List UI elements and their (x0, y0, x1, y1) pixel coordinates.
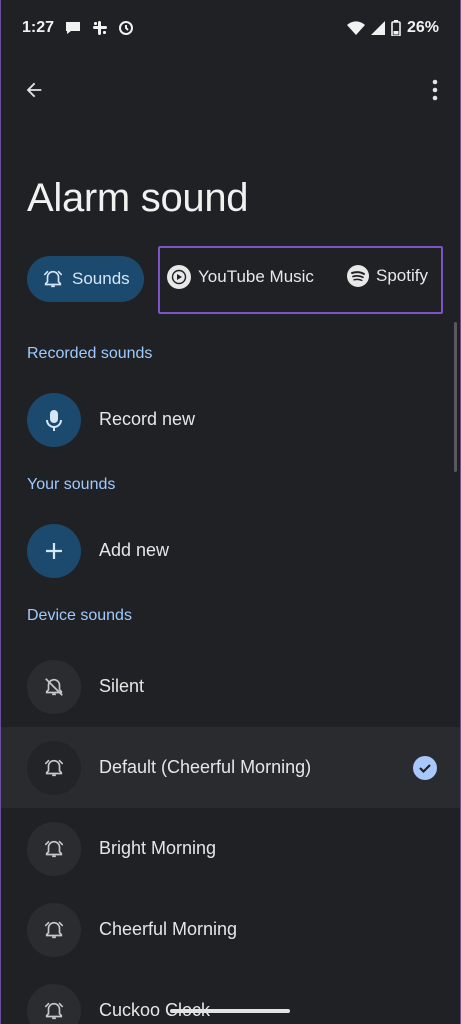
chip-youtube-music-label: YouTube Music (198, 267, 314, 286)
list-item-label: Silent (99, 676, 145, 696)
list-item-add-new[interactable]: Add new (0, 510, 461, 591)
more-options-button[interactable] (419, 70, 451, 110)
chip-youtube-music[interactable]: YouTube Music (166, 264, 314, 290)
slack-notification-icon (92, 20, 108, 36)
chip-sounds[interactable]: Sounds (27, 256, 144, 302)
section-recorded-sounds: Recorded sounds (27, 345, 153, 362)
alarm-icon-circle (27, 821, 81, 876)
list-item-cheerful-morning[interactable]: Cheerful Morning (0, 889, 461, 970)
list-item-label: Bright Morning (99, 838, 217, 858)
alarm-off-icon (45, 677, 63, 696)
status-time: 1:27 (22, 19, 55, 36)
record-icon-circle (27, 392, 81, 447)
top-app-bar (0, 64, 461, 116)
alarm-icon (44, 1002, 64, 1019)
list-item-bright-morning[interactable]: Bright Morning (0, 808, 461, 889)
selected-check-icon (413, 756, 437, 780)
status-bar: 1:27 26% (0, 0, 461, 56)
cell-signal-icon (370, 21, 385, 35)
alarm-icon-circle (27, 740, 81, 795)
alarm-icon-circle (27, 983, 81, 1024)
page-title: Alarm sound (27, 176, 249, 220)
plus-icon (46, 542, 62, 559)
list-item-label: Record new (99, 409, 196, 429)
alarm-icon-circle (27, 902, 81, 957)
alarm-icon (44, 921, 64, 938)
sync-notification-icon (118, 20, 134, 36)
list-item-silent[interactable]: Silent (0, 646, 461, 727)
chip-sounds-label: Sounds (72, 269, 130, 288)
wifi-icon (346, 21, 365, 35)
silent-icon-circle (27, 659, 81, 714)
list-item-label: Cheerful Morning (99, 919, 238, 939)
gesture-navigation-bar[interactable] (170, 1009, 290, 1013)
chip-spotify-label: Spotify (376, 266, 428, 285)
back-button[interactable] (14, 70, 54, 110)
list-item-label: Add new (99, 540, 170, 560)
alarm-icon (44, 840, 64, 857)
alarm-icon (44, 759, 64, 776)
more-vert-icon (432, 79, 438, 101)
list-item-default-cheerful-morning[interactable]: Default (Cheerful Morning) (0, 727, 461, 808)
battery-percent: 26% (406, 19, 439, 36)
list-item-record-new[interactable]: Record new (0, 379, 461, 460)
add-icon-circle (27, 523, 81, 578)
arrow-back-icon (26, 82, 42, 98)
list-item-label: Default (Cheerful Morning) (99, 757, 312, 777)
battery-icon (391, 20, 401, 36)
spotify-icon (347, 265, 369, 287)
section-your-sounds: Your sounds (27, 476, 116, 493)
youtube-music-icon (167, 265, 191, 289)
list-item-cuckoo-clock[interactable]: Cuckoo Clock (0, 970, 461, 1024)
alarm-icon (43, 270, 63, 288)
chip-spotify[interactable]: Spotify (346, 264, 428, 288)
chat-notification-icon (64, 20, 82, 36)
mic-icon (46, 409, 62, 431)
section-device-sounds: Device sounds (27, 607, 132, 624)
